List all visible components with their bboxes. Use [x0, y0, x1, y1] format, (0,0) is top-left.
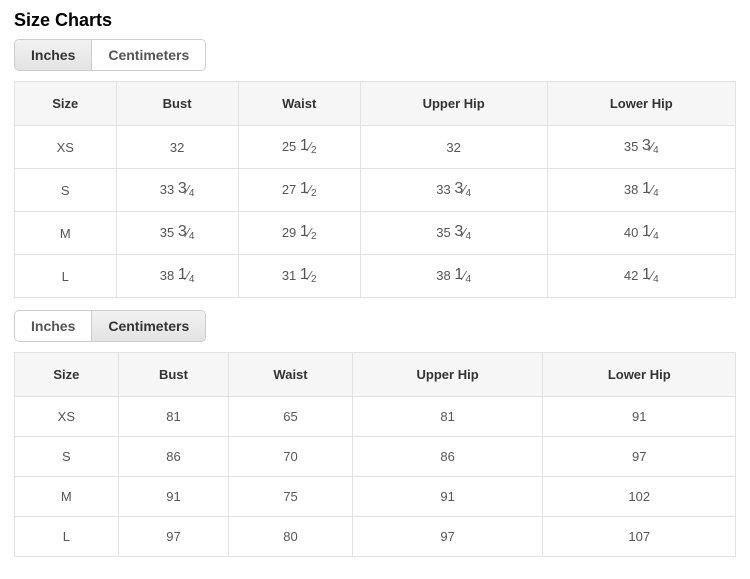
cell-lowerhip: 97: [543, 437, 736, 477]
cell-size: M: [15, 212, 117, 255]
size-table-centimeters: Size Bust Waist Upper Hip Lower Hip XS81…: [14, 352, 736, 557]
cell-upperhip: 97: [352, 517, 543, 557]
tab-inches[interactable]: Inches: [15, 311, 92, 341]
cell-size: XS: [15, 397, 119, 437]
cell-upperhip: 32: [360, 126, 547, 169]
cell-size: M: [15, 477, 119, 517]
table-row: S33 3⁄427 1⁄233 3⁄438 1⁄4: [15, 169, 736, 212]
col-bust: Bust: [116, 82, 238, 126]
col-size: Size: [15, 82, 117, 126]
table-row: L978097107: [15, 517, 736, 557]
table-row: XS81658191: [15, 397, 736, 437]
cell-bust: 38 1⁄4: [116, 255, 238, 298]
table-row: M35 3⁄429 1⁄235 3⁄440 1⁄4: [15, 212, 736, 255]
col-bust: Bust: [118, 353, 229, 397]
cell-size: S: [15, 437, 119, 477]
tab-inches[interactable]: Inches: [15, 40, 92, 70]
cell-bust: 81: [118, 397, 229, 437]
tab-centimeters[interactable]: Centimeters: [92, 40, 205, 70]
cell-upperhip: 33 3⁄4: [360, 169, 547, 212]
cell-upperhip: 81: [352, 397, 543, 437]
cell-lowerhip: 35 3⁄4: [547, 126, 735, 169]
unit-tabs-top: Inches Centimeters: [14, 39, 206, 71]
cell-lowerhip: 42 1⁄4: [547, 255, 735, 298]
page-title: Size Charts: [14, 10, 736, 31]
table-row: L38 1⁄431 1⁄238 1⁄442 1⁄4: [15, 255, 736, 298]
tab-centimeters[interactable]: Centimeters: [92, 311, 205, 341]
cell-size: L: [15, 255, 117, 298]
size-table-inches: Size Bust Waist Upper Hip Lower Hip XS32…: [14, 81, 736, 298]
cell-size: S: [15, 169, 117, 212]
cell-upperhip: 38 1⁄4: [360, 255, 547, 298]
cell-waist: 75: [229, 477, 352, 517]
col-waist: Waist: [238, 82, 360, 126]
table-row: M917591102: [15, 477, 736, 517]
col-upperhip: Upper Hip: [352, 353, 543, 397]
cell-bust: 86: [118, 437, 229, 477]
cell-lowerhip: 102: [543, 477, 736, 517]
table-row: XS3225 1⁄23235 3⁄4: [15, 126, 736, 169]
cell-upperhip: 91: [352, 477, 543, 517]
cell-size: L: [15, 517, 119, 557]
col-size: Size: [15, 353, 119, 397]
cell-waist: 25 1⁄2: [238, 126, 360, 169]
cell-bust: 35 3⁄4: [116, 212, 238, 255]
cell-bust: 97: [118, 517, 229, 557]
table-row: S86708697: [15, 437, 736, 477]
cell-waist: 29 1⁄2: [238, 212, 360, 255]
cell-upperhip: 35 3⁄4: [360, 212, 547, 255]
cell-waist: 80: [229, 517, 352, 557]
cell-size: XS: [15, 126, 117, 169]
cell-bust: 33 3⁄4: [116, 169, 238, 212]
cell-bust: 32: [116, 126, 238, 169]
col-upperhip: Upper Hip: [360, 82, 547, 126]
cell-lowerhip: 91: [543, 397, 736, 437]
col-lowerhip: Lower Hip: [543, 353, 736, 397]
col-lowerhip: Lower Hip: [547, 82, 735, 126]
unit-tabs-bottom: Inches Centimeters: [14, 310, 206, 342]
cell-waist: 65: [229, 397, 352, 437]
cell-waist: 70: [229, 437, 352, 477]
cell-waist: 31 1⁄2: [238, 255, 360, 298]
cell-lowerhip: 38 1⁄4: [547, 169, 735, 212]
cell-upperhip: 86: [352, 437, 543, 477]
cell-lowerhip: 40 1⁄4: [547, 212, 735, 255]
col-waist: Waist: [229, 353, 352, 397]
cell-bust: 91: [118, 477, 229, 517]
cell-waist: 27 1⁄2: [238, 169, 360, 212]
cell-lowerhip: 107: [543, 517, 736, 557]
